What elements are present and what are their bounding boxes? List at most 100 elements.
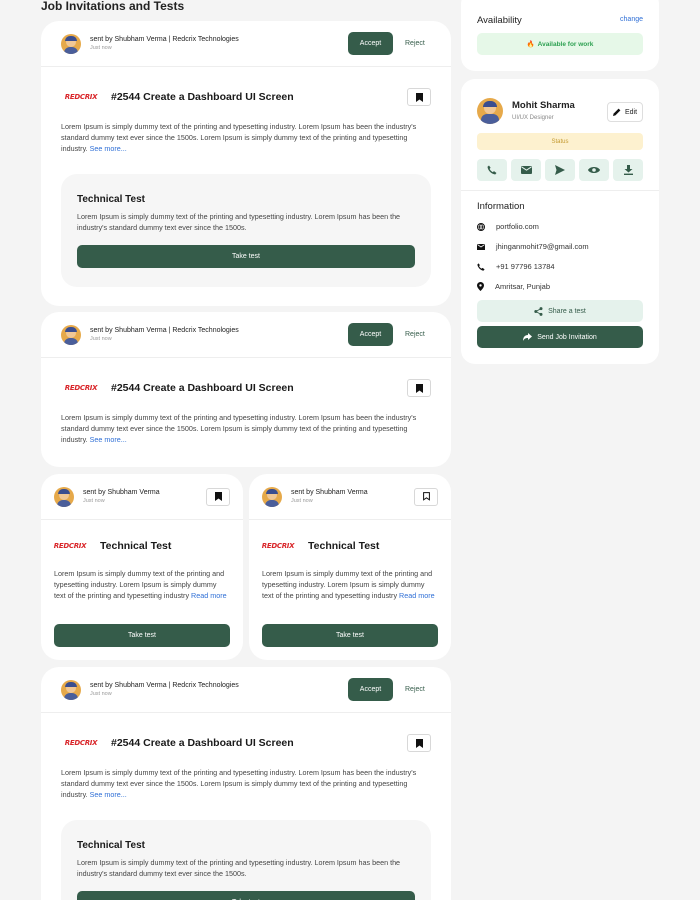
test-description: Lorem Ipsum is simply dummy text of the … xyxy=(262,569,435,600)
location-pin-icon xyxy=(477,282,484,291)
sender-row: sent by Shubham Verma | Redcrix Technolo… xyxy=(41,312,451,358)
job-description: Lorem Ipsum is simply dummy text of the … xyxy=(61,413,417,444)
avatar xyxy=(262,486,282,507)
phone-icon xyxy=(477,262,485,271)
test-title: Technical Test xyxy=(308,540,380,552)
fire-icon: 🔥 xyxy=(526,41,535,48)
call-button[interactable] xyxy=(477,159,507,181)
send-icon xyxy=(555,165,565,175)
test-card: sent by Shubham Verma Just now REDCRIX T… xyxy=(41,474,243,660)
company-logo: REDCRIX xyxy=(64,739,98,747)
message-button[interactable] xyxy=(545,159,575,181)
read-more-link[interactable]: Read more xyxy=(191,591,227,600)
sender-row: sent by Shubham Verma Just now xyxy=(249,474,451,520)
sender-time: Just now xyxy=(90,336,112,342)
availability-label: Availability xyxy=(477,15,522,26)
reject-button[interactable]: Reject xyxy=(405,40,431,47)
bookmark-icon xyxy=(214,492,222,501)
test-title: Technical Test xyxy=(100,540,172,552)
take-test-button[interactable]: Take test xyxy=(54,624,230,647)
profile-panel: Mohit Sharma UI/UX Designer Edit Status … xyxy=(461,79,659,364)
download-button[interactable] xyxy=(613,159,643,181)
eye-icon xyxy=(588,167,600,173)
company-logo: REDCRIX xyxy=(64,93,98,101)
phone-row[interactable]: +91 97796 13784 xyxy=(477,262,555,271)
bookmark-button[interactable] xyxy=(407,734,431,752)
reject-button[interactable]: Reject xyxy=(405,331,431,338)
share-icon xyxy=(534,306,543,316)
sender-time: Just now xyxy=(90,45,112,51)
profile-avatar xyxy=(477,98,503,124)
technical-test-box: Technical Test Lorem Ipsum is simply dum… xyxy=(61,174,431,287)
avatar xyxy=(54,486,74,507)
location-row: Amritsar, Punjab xyxy=(477,282,550,291)
job-title: #2544 Create a Dashboard UI Screen xyxy=(111,382,294,394)
bookmark-button[interactable] xyxy=(414,487,438,506)
job-invitation-card: sent by Shubham Verma | Redcrix Technolo… xyxy=(41,21,451,306)
sender-name: sent by Shubham Verma xyxy=(291,489,368,496)
download-icon xyxy=(623,165,633,175)
see-more-link[interactable]: See more... xyxy=(90,144,127,153)
job-description: Lorem Ipsum is simply dummy text of the … xyxy=(61,768,417,799)
accept-button[interactable]: Accept xyxy=(348,323,393,346)
send-job-invitation-button[interactable]: Send Job Invitation xyxy=(477,326,643,348)
bookmark-outline-icon xyxy=(422,492,430,501)
bookmark-button[interactable] xyxy=(407,88,431,106)
bookmark-icon xyxy=(415,738,423,748)
availability-status: 🔥 Available for work xyxy=(477,33,643,55)
job-title: #2544 Create a Dashboard UI Screen xyxy=(111,91,294,103)
email-button[interactable] xyxy=(511,159,541,181)
edit-button[interactable]: Edit xyxy=(607,102,643,122)
change-availability-link[interactable]: change xyxy=(620,16,643,23)
sender-row: sent by Shubham Verma | Redcrix Technolo… xyxy=(41,667,451,713)
sender-time: Just now xyxy=(90,691,112,697)
avatar xyxy=(61,324,81,345)
bookmark-icon xyxy=(415,92,423,102)
bookmark-button[interactable] xyxy=(407,379,431,397)
avatar xyxy=(61,679,81,700)
take-test-button[interactable]: Take test xyxy=(77,245,415,268)
sender-time: Just now xyxy=(83,498,105,504)
page-title: Job Invitations and Tests xyxy=(41,0,185,13)
sender-row: sent by Shubham Verma Just now xyxy=(41,474,243,520)
sender-name: sent by Shubham Verma | Redcrix Technolo… xyxy=(90,36,239,43)
view-button[interactable] xyxy=(579,159,609,181)
job-invitation-card: sent by Shubham Verma | Redcrix Technolo… xyxy=(41,667,451,900)
technical-test-title: Technical Test xyxy=(77,194,145,205)
availability-panel: Availability change 🔥 Available for work xyxy=(461,0,659,71)
job-title: #2544 Create a Dashboard UI Screen xyxy=(111,737,294,749)
see-more-link[interactable]: See more... xyxy=(90,790,127,799)
take-test-button[interactable]: Take test xyxy=(262,624,438,647)
accept-button[interactable]: Accept xyxy=(348,678,393,701)
see-more-link[interactable]: See more... xyxy=(90,435,127,444)
accept-button[interactable]: Accept xyxy=(348,32,393,55)
technical-test-box: Technical Test Lorem Ipsum is simply dum… xyxy=(61,820,431,900)
sender-name: sent by Shubham Verma | Redcrix Technolo… xyxy=(90,682,239,689)
sender-time: Just now xyxy=(291,498,313,504)
globe-icon xyxy=(477,222,485,231)
bookmark-button[interactable] xyxy=(206,487,230,506)
divider xyxy=(461,190,659,191)
technical-test-title: Technical Test xyxy=(77,840,145,851)
sender-name: sent by Shubham Verma xyxy=(83,489,160,496)
email-row[interactable]: jhinganmohit79@gmail.com xyxy=(477,242,589,251)
take-test-button[interactable]: Take test xyxy=(77,891,415,900)
reject-button[interactable]: Reject xyxy=(405,686,431,693)
share-test-button[interactable]: Share a test xyxy=(477,300,643,322)
sender-row: sent by Shubham Verma | Redcrix Technolo… xyxy=(41,21,451,67)
job-invitation-card: sent by Shubham Verma | Redcrix Technolo… xyxy=(41,312,451,467)
profile-name: Mohit Sharma xyxy=(512,100,575,111)
technical-test-description: Lorem Ipsum is simply dummy text of the … xyxy=(77,858,401,878)
company-logo: REDCRIX xyxy=(53,542,87,550)
test-card: sent by Shubham Verma Just now REDCRIX T… xyxy=(249,474,451,660)
test-description: Lorem Ipsum is simply dummy text of the … xyxy=(54,569,227,600)
website-row[interactable]: portfolio.com xyxy=(477,222,539,231)
pencil-icon xyxy=(612,108,621,116)
job-description: Lorem Ipsum is simply dummy text of the … xyxy=(61,122,417,153)
bookmark-icon xyxy=(415,383,423,393)
status-badge: Status xyxy=(477,133,643,150)
company-logo: REDCRIX xyxy=(261,542,295,550)
forward-arrow-icon xyxy=(523,333,533,341)
read-more-link[interactable]: Read more xyxy=(399,591,435,600)
technical-test-description: Lorem Ipsum is simply dummy text of the … xyxy=(77,212,401,232)
